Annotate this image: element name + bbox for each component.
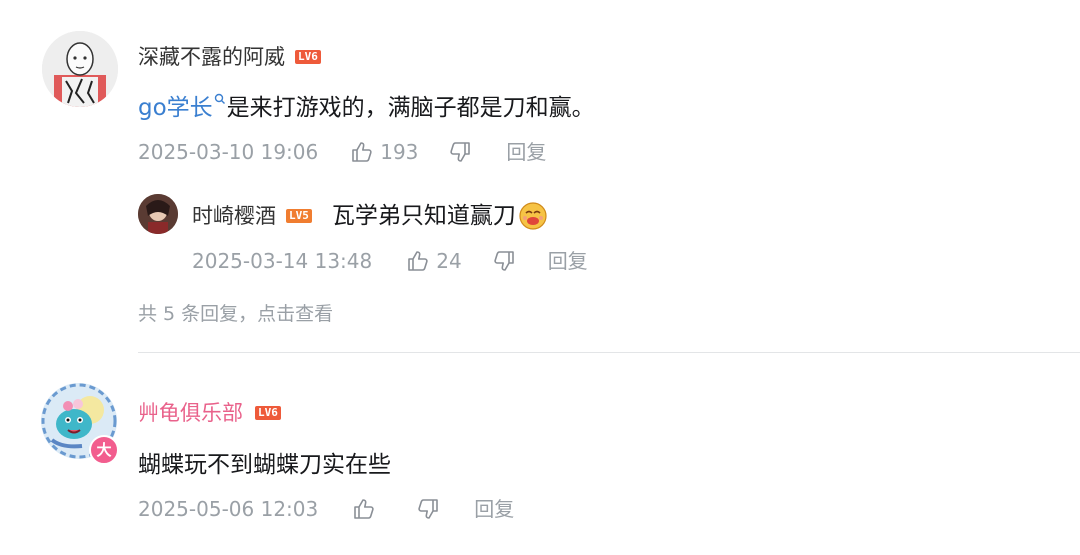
thumb-down-icon	[448, 140, 472, 164]
reply-button[interactable]: 回复	[474, 497, 514, 521]
level-badge: LV5	[286, 209, 312, 223]
reply-username[interactable]: 时崎樱酒	[192, 203, 276, 229]
comment-time: 2025-03-10 19:06	[138, 140, 319, 164]
dislike-button[interactable]	[492, 249, 516, 273]
reply-time: 2025-03-14 13:48	[192, 249, 373, 273]
search-tag-link[interactable]: go学长	[138, 93, 227, 121]
thumb-up-icon	[352, 497, 376, 521]
reply-button[interactable]: 回复	[548, 249, 588, 273]
level-badge: LV6	[295, 50, 321, 64]
search-icon	[214, 93, 226, 105]
username[interactable]: 深藏不露的阿威	[138, 44, 285, 70]
like-button[interactable]	[352, 497, 376, 521]
thumb-down-icon	[416, 497, 440, 521]
view-more-replies-link[interactable]: 共 5 条回复，点击查看	[138, 299, 333, 326]
like-count: 24	[436, 249, 462, 273]
vip-badge-icon: 大	[89, 435, 119, 465]
thumb-down-icon	[492, 249, 516, 273]
dislike-button[interactable]	[448, 140, 472, 164]
reply-user-avatar[interactable]	[138, 194, 178, 234]
thumb-up-icon	[350, 140, 374, 164]
reply-button[interactable]: 回复	[506, 140, 546, 164]
comment-text: go学长 是来打游戏的，满脑子都是刀和赢。	[138, 93, 595, 121]
comment-time: 2025-05-06 12:03	[138, 497, 319, 521]
like-button[interactable]: 24	[406, 249, 462, 273]
level-badge: LV6	[255, 406, 281, 420]
dislike-button[interactable]	[416, 497, 440, 521]
emoji-icon	[518, 201, 548, 231]
reply-text: 瓦学弟只知道赢刀	[332, 201, 548, 231]
user-avatar[interactable]: 大	[38, 380, 120, 465]
username[interactable]: 艸龟俱乐部	[138, 400, 243, 426]
comment-divider	[138, 352, 1080, 353]
like-button[interactable]: 193	[350, 140, 418, 164]
thumb-up-icon	[406, 249, 430, 273]
user-avatar[interactable]	[42, 31, 118, 107]
comment-text: 蝴蝶玩不到蝴蝶刀实在些	[138, 452, 391, 478]
like-count: 193	[380, 140, 419, 164]
